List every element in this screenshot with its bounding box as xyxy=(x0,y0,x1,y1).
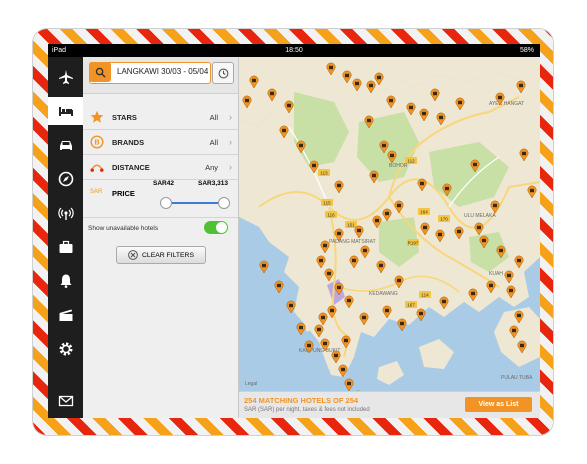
bell-icon xyxy=(60,274,71,288)
price-disclaimer: SAR (SAR) per night, taxes & fees not in… xyxy=(244,407,370,413)
ipad-screen: iPad 18:50 58% LANGKAWI 30/03 - 05/04 ST… xyxy=(48,44,540,418)
dates-button[interactable] xyxy=(212,62,234,84)
filter-brands-label: BRANDS xyxy=(112,138,145,147)
map-canvas[interactable]: 113 112 115 116 151 R197 164 170 167 114 KUAH PADA… xyxy=(239,57,540,418)
map-place-label: BOHOR xyxy=(389,163,408,169)
nav-explore[interactable] xyxy=(48,165,83,193)
star-icon xyxy=(90,110,104,124)
chevron-right-icon: › xyxy=(229,162,232,172)
chevron-right-icon: › xyxy=(229,112,232,122)
filter-brands[interactable]: B BRANDS All › xyxy=(83,130,238,155)
chevron-right-icon: › xyxy=(229,137,232,147)
brand-icon: B xyxy=(90,135,104,149)
road-shield-number: 115 xyxy=(323,201,331,206)
nav-status[interactable] xyxy=(48,199,83,227)
clock-time: 18:50 xyxy=(285,47,303,54)
clapperboard-icon xyxy=(59,309,72,321)
road-shield-number: 114 xyxy=(421,293,429,298)
price-max-label: SAR3,313 xyxy=(198,180,228,187)
matching-hotels-count: 254 MATCHING HOTELS OF 254 xyxy=(244,396,359,405)
road-shield-number: R197 xyxy=(408,241,419,246)
nav-trips[interactable] xyxy=(48,233,83,261)
show-unavailable-toggle[interactable] xyxy=(204,221,228,234)
filter-price: SAR PRICE SAR42 SAR3,313 xyxy=(83,177,238,218)
status-bar: iPad 18:50 58% xyxy=(48,44,540,57)
price-min-handle[interactable] xyxy=(160,197,172,209)
envelope-icon xyxy=(58,395,73,407)
map-place-label: PADANG MATSIRAT xyxy=(329,239,376,245)
gear-icon xyxy=(59,342,72,356)
filter-brands-value: All xyxy=(209,138,218,147)
filter-stars-label: STARS xyxy=(112,113,137,122)
road-shield-number: 151 xyxy=(347,223,355,228)
filter-distance-label: DISTANCE xyxy=(112,163,150,172)
price-slider-track[interactable] xyxy=(165,202,223,204)
hotel-map-pin[interactable] xyxy=(296,322,306,336)
map-place-label: KEDAWANG xyxy=(369,291,398,297)
map-place-label: Legal xyxy=(245,381,257,387)
nav-messages[interactable] xyxy=(48,387,83,415)
road-shield-number: 113 xyxy=(320,171,328,176)
search-button[interactable] xyxy=(89,62,111,82)
currency-tag: SAR xyxy=(90,189,103,195)
nav-cars[interactable] xyxy=(48,131,83,159)
filter-distance-value: Any xyxy=(205,163,218,172)
road-shield-number: 164 xyxy=(420,210,428,215)
filter-panel: LANGKAWI 30/03 - 05/04 STARS All › B BRA… xyxy=(83,57,239,418)
price-min-label: SAR42 xyxy=(153,180,174,187)
search-icon xyxy=(95,67,106,78)
sidebar-nav xyxy=(48,57,83,418)
hotel-map-pin[interactable] xyxy=(344,378,354,392)
hotel-map-pin[interactable] xyxy=(397,318,407,332)
road-shield-number: 167 xyxy=(407,303,415,308)
hotel-map-pin[interactable] xyxy=(416,308,426,322)
map-place-label: KUAH xyxy=(489,271,503,277)
map-place-label: ULU MELAKA xyxy=(464,213,496,219)
close-circle-icon xyxy=(128,250,138,260)
price-max-handle[interactable] xyxy=(218,197,230,209)
hotel-map-pin[interactable] xyxy=(259,260,269,274)
view-as-list-button[interactable]: View as List xyxy=(465,397,532,412)
filter-price-label: PRICE xyxy=(112,189,135,198)
map-footer: 254 MATCHING HOTELS OF 254 SAR (SAR) per… xyxy=(239,391,540,418)
filter-stars[interactable]: STARS All › xyxy=(83,105,238,130)
nav-settings[interactable] xyxy=(48,335,83,363)
nav-alerts[interactable] xyxy=(48,267,83,295)
search-bar: LANGKAWI 30/03 - 05/04 xyxy=(83,57,238,94)
filter-stars-value: All xyxy=(209,113,218,122)
signal-icon xyxy=(57,207,74,220)
map-place-label: AYER HANGAT xyxy=(489,101,524,107)
clock-icon xyxy=(218,68,228,78)
road-shield-number: 116 xyxy=(327,213,335,218)
briefcase-icon xyxy=(59,240,72,253)
road-shield-number: 170 xyxy=(440,217,448,222)
nav-hotels[interactable] xyxy=(48,97,83,125)
hotel-map[interactable]: 113 112 115 116 151 R197 164 170 167 114 KUAH PADA… xyxy=(239,57,540,418)
airplane-icon xyxy=(58,70,73,84)
map-place-label: PULAU TUBA xyxy=(501,375,533,381)
search-query-text: LANGKAWI 30/03 - 05/04 xyxy=(117,67,209,76)
hotel-map-pin[interactable] xyxy=(286,300,296,314)
car-icon xyxy=(59,141,72,150)
bed-icon xyxy=(58,107,73,116)
show-unavailable-label: Show unavailable hotels xyxy=(88,225,159,232)
clear-filters-button[interactable]: CLEAR FILTERS xyxy=(116,246,206,264)
battery-level: 58% xyxy=(519,47,534,54)
nav-flights[interactable] xyxy=(48,63,83,91)
nav-movies[interactable] xyxy=(48,301,83,329)
svg-text:B: B xyxy=(94,140,99,147)
clear-filters-label: CLEAR FILTERS xyxy=(142,251,194,259)
road-shield-number: 112 xyxy=(407,159,415,164)
hotel-map-pin[interactable] xyxy=(274,280,284,294)
distance-icon xyxy=(90,160,104,174)
compass-icon xyxy=(58,171,73,187)
